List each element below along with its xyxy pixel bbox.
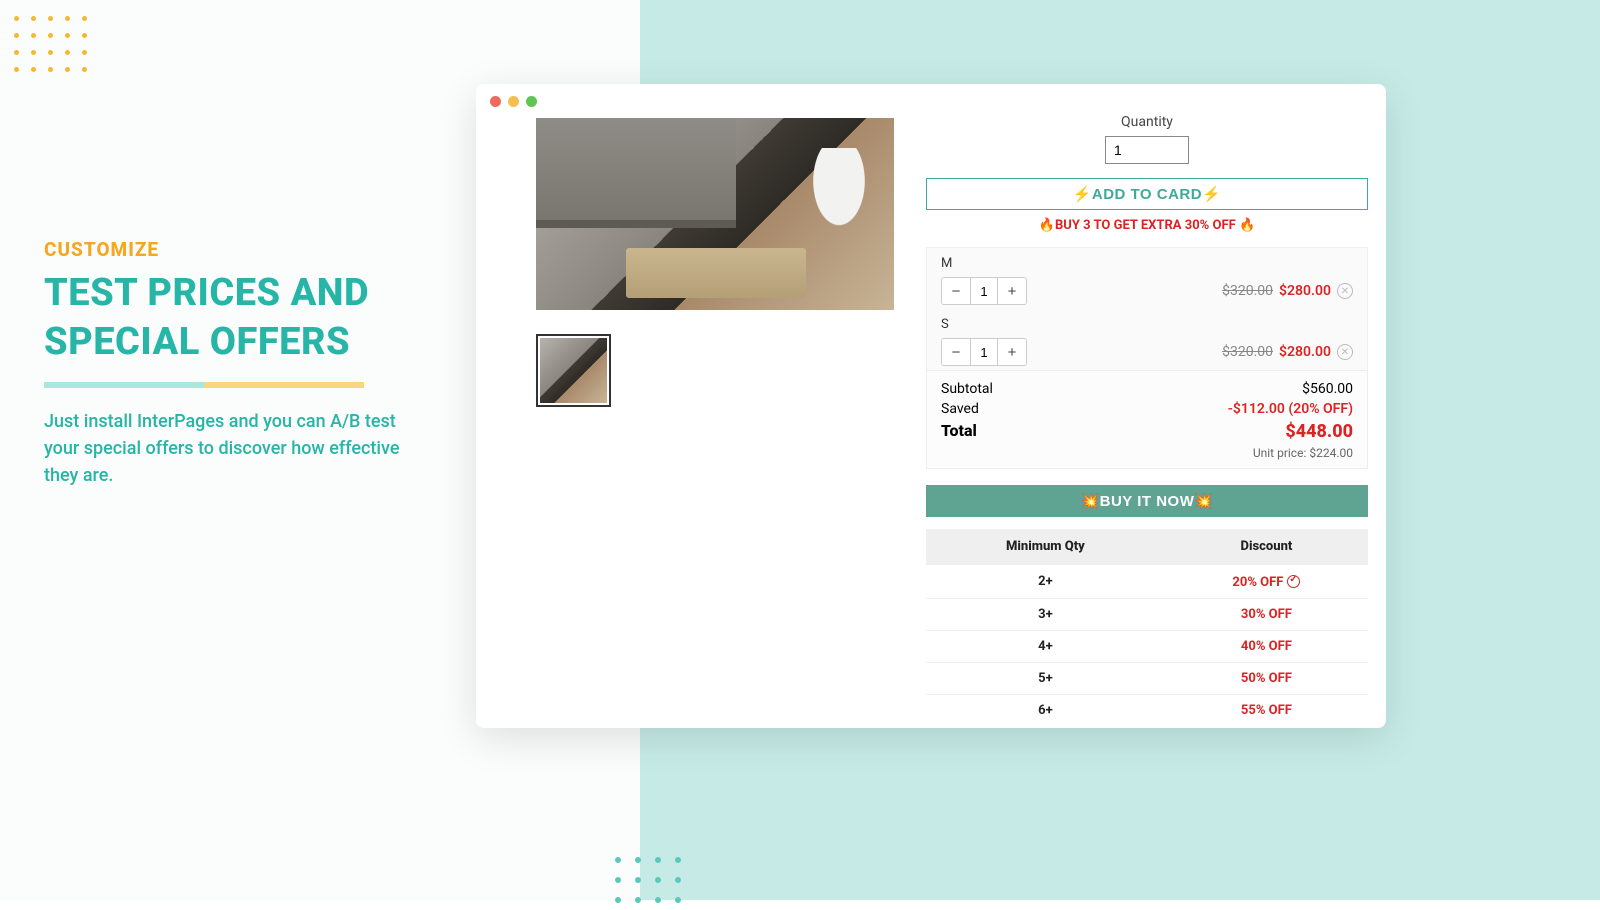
- table-row: 5+50% OFF: [926, 663, 1368, 695]
- stepper-value[interactable]: [970, 278, 998, 304]
- cart-item: M − + $320.00 $280.00 ✕: [927, 248, 1367, 309]
- decorative-dots-teal: [608, 850, 688, 910]
- new-price: $280.00: [1279, 344, 1331, 360]
- decrement-button[interactable]: −: [942, 278, 970, 304]
- checkmark-icon: [1287, 575, 1300, 588]
- subtotal-value: $560.00: [1302, 381, 1353, 397]
- window-content: Quantity ⚡ADD TO CARD⚡ 🔥BUY 3 TO GET EXT…: [476, 118, 1386, 728]
- product-thumbnail[interactable]: [536, 334, 611, 407]
- decorative-dots-yellow: [10, 12, 91, 76]
- cart-totals: Subtotal$560.00 Saved-$112.00 (20% OFF) …: [927, 370, 1367, 468]
- total-value: $448.00: [1285, 421, 1353, 442]
- stepper-value[interactable]: [970, 339, 998, 365]
- remove-item-icon[interactable]: ✕: [1337, 283, 1353, 299]
- old-price: $320.00: [1222, 344, 1273, 360]
- browser-window: Quantity ⚡ADD TO CARD⚡ 🔥BUY 3 TO GET EXT…: [476, 84, 1386, 728]
- quantity-input[interactable]: [1105, 136, 1189, 164]
- product-main-image[interactable]: [536, 118, 894, 310]
- window-close-icon[interactable]: [490, 96, 501, 107]
- subtotal-label: Subtotal: [941, 381, 993, 397]
- increment-button[interactable]: +: [998, 339, 1026, 365]
- table-header-discount: Discount: [1165, 529, 1368, 565]
- window-minimize-icon[interactable]: [508, 96, 519, 107]
- title-underline: [44, 382, 364, 388]
- page-title: TEST PRICES AND SPECIAL OFFERS: [44, 269, 404, 368]
- quantity-label: Quantity: [926, 114, 1368, 130]
- buy-now-button[interactable]: 💥BUY IT NOW💥: [926, 485, 1368, 517]
- table-row: 4+40% OFF: [926, 631, 1368, 663]
- marketing-copy: CUSTOMIZE TEST PRICES AND SPECIAL OFFERS…: [44, 238, 404, 489]
- saved-value: -$112.00 (20% OFF): [1228, 401, 1353, 417]
- discount-tier-table: Minimum Qty Discount 2+20% OFF 3+30% OFF…: [926, 529, 1368, 726]
- old-price: $320.00: [1222, 283, 1273, 299]
- new-price: $280.00: [1279, 283, 1331, 299]
- product-details-column: Quantity ⚡ADD TO CARD⚡ 🔥BUY 3 TO GET EXT…: [926, 118, 1368, 714]
- unit-price-label: Unit price:: [1253, 446, 1307, 460]
- decrement-button[interactable]: −: [942, 339, 970, 365]
- window-titlebar: [476, 84, 1386, 118]
- quantity-stepper: − +: [941, 338, 1027, 366]
- page-description: Just install InterPages and you can A/B …: [44, 408, 404, 489]
- table-row: 2+20% OFF: [926, 565, 1368, 599]
- promo-banner: 🔥BUY 3 TO GET EXTRA 30% OFF 🔥: [926, 218, 1368, 233]
- eyebrow-text: CUSTOMIZE: [44, 238, 404, 261]
- variant-label: M: [941, 256, 1353, 271]
- add-to-cart-button[interactable]: ⚡ADD TO CARD⚡: [926, 178, 1368, 210]
- window-maximize-icon[interactable]: [526, 96, 537, 107]
- quantity-stepper: − +: [941, 277, 1027, 305]
- unit-price-value: $224.00: [1309, 446, 1353, 460]
- variant-label: S: [941, 317, 1353, 332]
- table-header-qty: Minimum Qty: [926, 529, 1165, 565]
- remove-item-icon[interactable]: ✕: [1337, 344, 1353, 360]
- total-label: Total: [941, 421, 977, 442]
- product-image-column: [536, 118, 896, 714]
- cart-item: S − + $320.00 $280.00 ✕: [927, 309, 1367, 370]
- cart-summary-box: M − + $320.00 $280.00 ✕: [926, 247, 1368, 469]
- saved-label: Saved: [941, 401, 979, 417]
- increment-button[interactable]: +: [998, 278, 1026, 304]
- table-row: 3+30% OFF: [926, 599, 1368, 631]
- table-row: 6+55% OFF: [926, 695, 1368, 727]
